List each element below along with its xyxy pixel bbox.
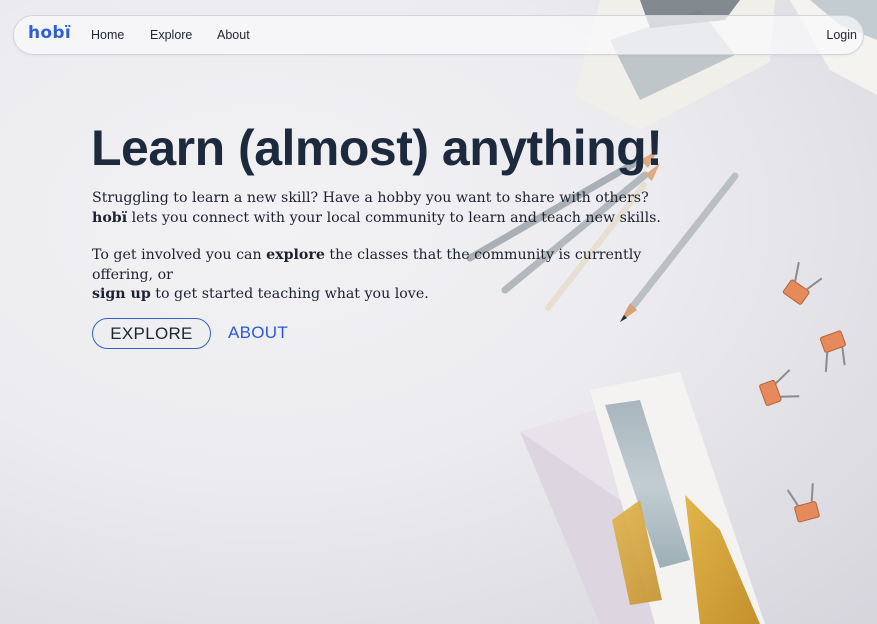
cta-text-lead: To get involved you can [92,247,267,263]
top-navbar: hobï Home Explore About Login [13,15,864,55]
explore-button[interactable]: EXPLORE [92,318,211,349]
hero-cta-paragraph: To get involved you can explore the clas… [92,246,682,305]
nav-link-home[interactable]: Home [91,28,124,42]
intro-brand-name: hobï [92,209,128,226]
intro-text-start: Struggling to learn a new skill? Have a … [92,190,649,206]
about-button[interactable]: ABOUT [228,323,288,343]
hobi-logo[interactable]: hobï [28,23,71,43]
intro-text-end: lets you connect with your local communi… [127,209,661,226]
cta-explore-keyword: explore [266,247,325,263]
background-photo [466,0,877,624]
nav-link-about[interactable]: About [217,28,250,42]
cta-signup-keyword: sign up [92,286,151,302]
login-link[interactable]: Login [826,28,857,42]
hero-intro-paragraph: Struggling to learn a new skill? Have a … [92,189,682,228]
nav-link-explore[interactable]: Explore [150,28,192,42]
binder-clips [759,262,846,523]
cta-text-tail: to get started teaching what you love. [150,286,429,302]
watercolor-envelope [520,372,765,624]
hero-title: Learn (almost) anything! [91,120,663,176]
